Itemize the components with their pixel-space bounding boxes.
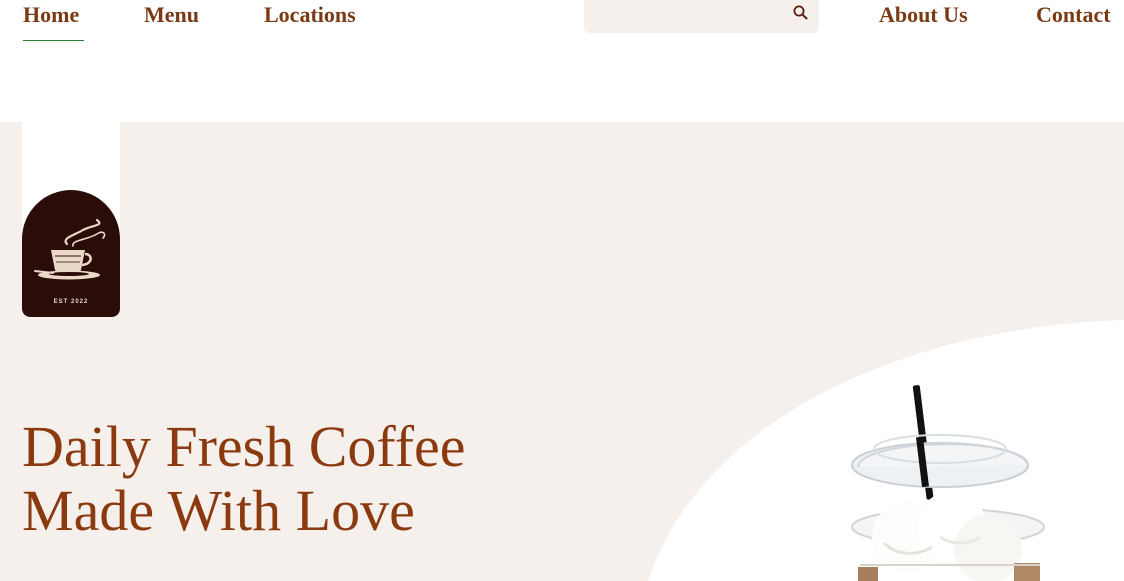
nav-menu-link[interactable]: Menu (144, 0, 199, 30)
brand-logo[interactable]: EST 2022 (22, 122, 120, 317)
hero-title-line1: Daily Fresh Coffee (22, 414, 466, 479)
search-box (584, 0, 819, 33)
logo-badge: EST 2022 (22, 190, 120, 317)
nav-about-link[interactable]: About Us (879, 0, 968, 30)
hero-title-line2: Made With Love (22, 478, 415, 543)
nav-locations-link[interactable]: Locations (264, 0, 356, 30)
active-nav-underline (23, 40, 84, 41)
hero-title: Daily Fresh Coffee Made With Love (22, 415, 582, 543)
nav-home-link[interactable]: Home (23, 0, 79, 30)
hero-section: EST 2022 Daily Fresh Coffee Made With Lo… (0, 122, 1124, 581)
logo-est-text: EST 2022 (53, 299, 89, 305)
coffee-cup-icon (34, 218, 106, 280)
nav-contact-link[interactable]: Contact (1036, 0, 1111, 30)
search-input[interactable] (584, 0, 784, 33)
search-icon[interactable] (792, 4, 810, 22)
iced-coffee-cup-image (851, 385, 1045, 581)
